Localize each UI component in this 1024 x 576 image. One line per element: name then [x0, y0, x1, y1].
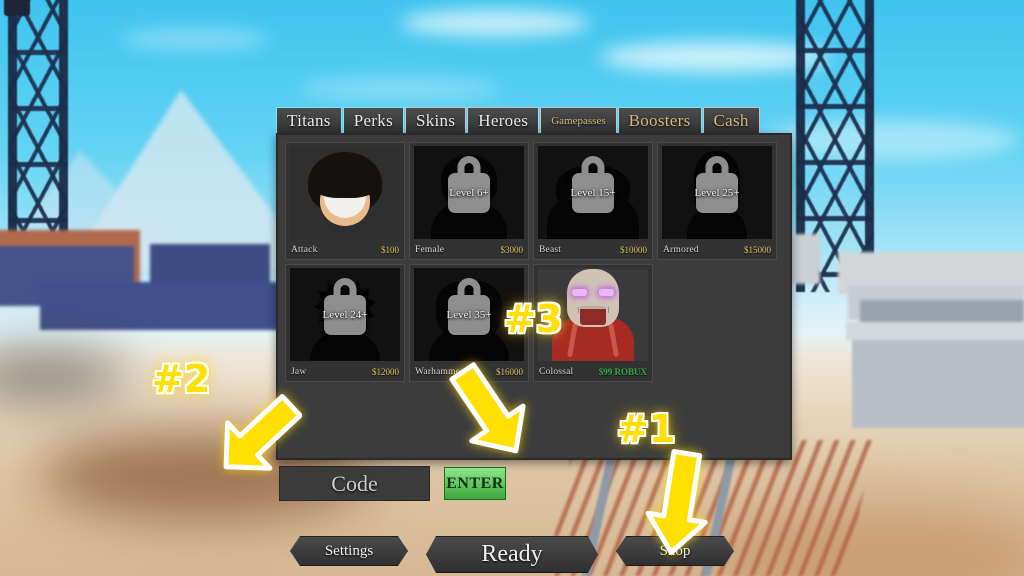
item-price: $100	[381, 244, 399, 255]
lock-level-label: Level 35+	[446, 308, 492, 321]
item-name: Armored	[663, 244, 699, 255]
cloud	[120, 30, 270, 48]
item-name: Jaw	[291, 366, 307, 377]
item-footer: Armored $15000	[658, 240, 776, 259]
item-artwork: Level 6+	[414, 146, 524, 239]
enter-button[interactable]: ENTER	[444, 467, 506, 500]
code-redeem-row: Code ENTER	[279, 466, 506, 501]
item-price: $12000	[372, 366, 399, 377]
tab-boosters[interactable]: Boosters	[617, 107, 702, 134]
hud-icon[interactable]	[4, 0, 30, 16]
item-footer: Beast $10000	[534, 240, 652, 259]
item-name: Female	[415, 244, 445, 255]
item-price: $3000	[500, 244, 524, 255]
lock-level-label: Level 24+	[322, 308, 368, 321]
annotation-arrow-1	[644, 448, 714, 558]
grid-item-attack[interactable]: Attack $100	[285, 142, 405, 260]
shop-tab-bar: Titans Perks Skins Heroes Gamepasses Boo…	[276, 107, 761, 134]
glowing-eye-icon	[572, 289, 587, 296]
item-footer: Female $3000	[410, 240, 528, 259]
lock-level-label: Level 15+	[570, 186, 616, 199]
cloud	[300, 78, 500, 100]
item-artwork: Level 25+	[662, 146, 772, 239]
stone-block	[852, 330, 1024, 428]
tab-cash[interactable]: Cash	[702, 107, 760, 134]
cloud	[400, 10, 590, 36]
item-price: $10000	[620, 244, 647, 255]
item-footer: Jaw $12000	[286, 362, 404, 381]
item-name: Beast	[539, 244, 562, 255]
grid-item-female[interactable]: Level 6+ Female $3000	[409, 142, 529, 260]
building	[40, 282, 300, 330]
lock-level-label: Level 25+	[694, 186, 740, 199]
tab-gamepasses[interactable]: Gamepasses	[540, 107, 617, 134]
item-footer: Attack $100	[286, 240, 404, 259]
ground-shadow	[0, 352, 130, 398]
lattice-tower-left	[8, 0, 68, 262]
item-price: $99 ROBUX	[598, 366, 647, 377]
item-footer: Colossal $99 ROBUX	[534, 362, 652, 381]
item-name: Attack	[291, 244, 318, 255]
annotation-marker-1: #1	[617, 407, 676, 451]
grid-item-jaw[interactable]: Level 24+ Jaw $12000	[285, 264, 405, 382]
annotation-arrow-3	[446, 358, 532, 464]
annotation-arrow-2	[216, 388, 302, 484]
lock-level-label: Level 6+	[449, 186, 489, 199]
item-artwork: Level 15+	[538, 146, 648, 239]
annotation-marker-2: #2	[152, 357, 211, 401]
tab-perks[interactable]: Perks	[342, 107, 404, 134]
item-artwork: Level 24+	[290, 268, 400, 361]
item-price: $15000	[744, 244, 771, 255]
grid-item-armored[interactable]: Level 25+ Armored $15000	[657, 142, 777, 260]
item-artwork: Level 35+	[414, 268, 524, 361]
skins-grid: Attack $100 Level 6+ Female $3000 Level …	[278, 135, 784, 389]
settings-button[interactable]: Settings	[290, 536, 408, 566]
stone-block	[846, 322, 1024, 340]
tab-heroes[interactable]: Heroes	[467, 107, 540, 134]
tab-titans[interactable]: Titans	[276, 107, 342, 134]
item-artwork	[290, 146, 400, 239]
grid-item-beast[interactable]: Level 15+ Beast $10000	[533, 142, 653, 260]
item-name: Colossal	[539, 366, 574, 377]
tab-skins[interactable]: Skins	[404, 107, 467, 134]
glowing-eye-icon	[599, 289, 614, 296]
attack-titan-face-icon	[304, 151, 386, 234]
ready-button[interactable]: Ready	[426, 536, 598, 573]
bottom-button-bar: Settings Ready Shop	[0, 532, 1024, 576]
